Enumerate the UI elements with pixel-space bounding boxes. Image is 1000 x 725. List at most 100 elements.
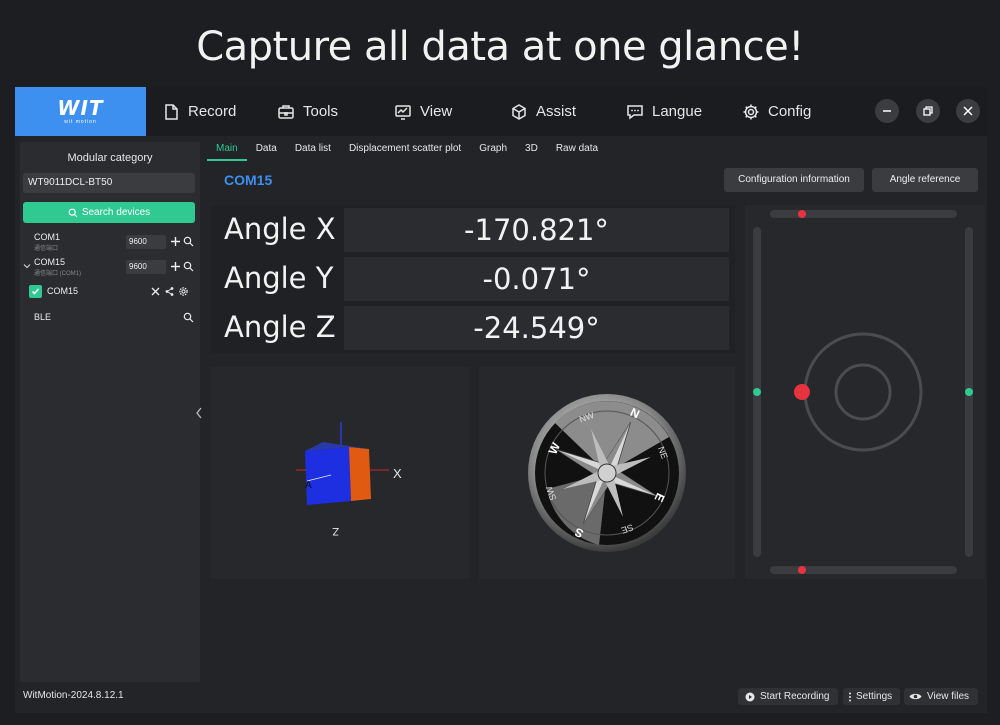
chevron-left-icon[interactable] [194,406,204,420]
ble-label: BLE [34,312,52,322]
view-files-label: View files [927,691,970,702]
chat-icon [627,104,643,119]
angle-y-row: Angle Y -0.071° [211,257,735,301]
menu-tools-label: Tools [303,103,339,120]
com-port-label: COM15 [224,172,273,188]
3d-cube-view: X A Z [296,422,402,537]
monitor-chart-icon [395,104,411,120]
3d-cube-panel: X A Z [211,367,469,579]
angle-x-value: -170.821° [344,208,729,252]
toolbox-icon [278,104,294,119]
app-window: WIT wit motion Record Tools View Assist … [15,87,987,713]
angle-y-label: Angle Y [224,261,334,295]
search-devices-button[interactable]: Search devices [23,202,195,223]
close-button[interactable] [956,99,980,123]
tab-bar: Main Data Data list Displacement scatter… [207,139,607,161]
baud-rate-select[interactable]: 9600 [126,235,166,249]
search-icon[interactable] [183,236,194,247]
checkmark-icon [31,288,40,295]
sidebar: Modular category WT9011DCL-BT50 Search d… [20,142,202,682]
witmotion-logo: WIT wit motion [15,87,146,136]
tab-data[interactable]: Data [247,139,286,161]
ble-row[interactable]: BLE [20,310,200,334]
restore-button[interactable] [916,99,940,123]
menu-assist-label: Assist [536,103,577,120]
configuration-information-button[interactable]: Configuration information [724,168,864,192]
gear-icon[interactable] [178,286,189,297]
start-recording-label: Start Recording [760,691,830,702]
compass-panel: N S E W NE SE SW NW [479,367,735,579]
menu-view[interactable]: View [394,87,452,136]
port-subtitle: 通信端口 [34,246,59,252]
headline: Capture all data at one glance! [196,24,804,70]
view-files-button[interactable]: View files [904,688,978,705]
port-name: COM15 [34,257,66,267]
menu-langue-label: Langue [652,103,703,120]
close-icon[interactable] [150,286,161,297]
version-label: WitMotion-2024.8.12.1 [23,690,124,701]
tab-data-list[interactable]: Data list [286,139,340,161]
play-icon [745,692,755,701]
settings-label: Settings [856,691,893,702]
chevron-down-icon[interactable] [23,262,31,270]
menu-langue[interactable]: Langue [626,87,702,136]
search-icon[interactable] [183,312,194,323]
search-devices-label: Search devices [81,207,151,218]
level-bubble-panel [745,205,985,579]
more-vertical-icon [849,692,851,701]
logo-subtitle: wit motion [64,119,97,125]
tab-displacement-scatter-plot[interactable]: Displacement scatter plot [340,139,470,161]
sidebar-title: Modular category [67,152,153,164]
menu-tools[interactable]: Tools [277,87,338,136]
cube-icon [512,103,526,120]
add-icon[interactable] [170,261,181,272]
tab-graph[interactable]: Graph [470,139,516,161]
start-recording-button[interactable]: Start Recording [738,688,838,705]
settings-button[interactable]: Settings [843,688,900,705]
search-icon[interactable] [183,261,194,272]
add-icon[interactable] [170,236,181,247]
menu-assist[interactable]: Assist [510,87,576,136]
top-menu-bar: WIT wit motion Record Tools View Assist … [15,87,987,136]
angle-z-label: Angle Z [224,310,336,344]
file-icon [165,103,178,120]
search-icon [68,208,78,217]
angle-z-row: Angle Z -24.549° [211,306,735,350]
port-row-com1[interactable]: COM1 通信端口 9600 [20,232,200,256]
angle-z-value: -24.549° [344,306,729,350]
compass-dial: N S E W NE SE SW NW [528,394,686,552]
model-selector[interactable]: WT9011DCL-BT50 [23,173,195,193]
logo-mark: WIT [57,96,104,120]
close-icon [963,106,973,116]
device-row-com15[interactable]: COM15 [20,284,200,308]
a-axis-label: A [305,480,312,491]
eye-icon [909,693,922,700]
menu-record[interactable]: Record [162,87,236,136]
device-checkbox[interactable] [29,285,42,298]
bubble-level-view [753,210,973,574]
menu-config-label: Config [768,103,812,120]
angle-x-row: Angle X -170.821° [211,208,735,252]
tab-raw-data[interactable]: Raw data [547,139,607,161]
menu-record-label: Record [188,103,237,120]
port-subtitle: 通信端口 (COM1) [34,271,81,277]
share-icon[interactable] [164,286,175,297]
gear-icon [743,104,759,119]
menu-view-label: View [420,103,453,120]
port-name: COM1 [34,232,61,242]
x-axis-label: X [393,466,402,481]
z-axis-label: Z [332,525,339,537]
tab-3d[interactable]: 3D [516,139,547,161]
minimize-icon [883,110,891,112]
angle-x-label: Angle X [224,212,336,246]
device-name: COM15 [47,286,79,296]
angle-readout-panel: Angle X -170.821° Angle Y -0.071° Angle … [211,205,735,353]
menu-config[interactable]: Config [742,87,811,136]
angle-y-value: -0.071° [344,257,729,301]
port-row-com15[interactable]: COM15 通信端口 (COM1) 9600 [20,257,200,281]
angle-reference-button[interactable]: Angle reference [872,168,978,192]
tab-main[interactable]: Main [207,139,247,161]
baud-rate-select[interactable]: 9600 [126,260,166,274]
minimize-button[interactable] [875,99,899,123]
restore-icon [923,106,933,116]
